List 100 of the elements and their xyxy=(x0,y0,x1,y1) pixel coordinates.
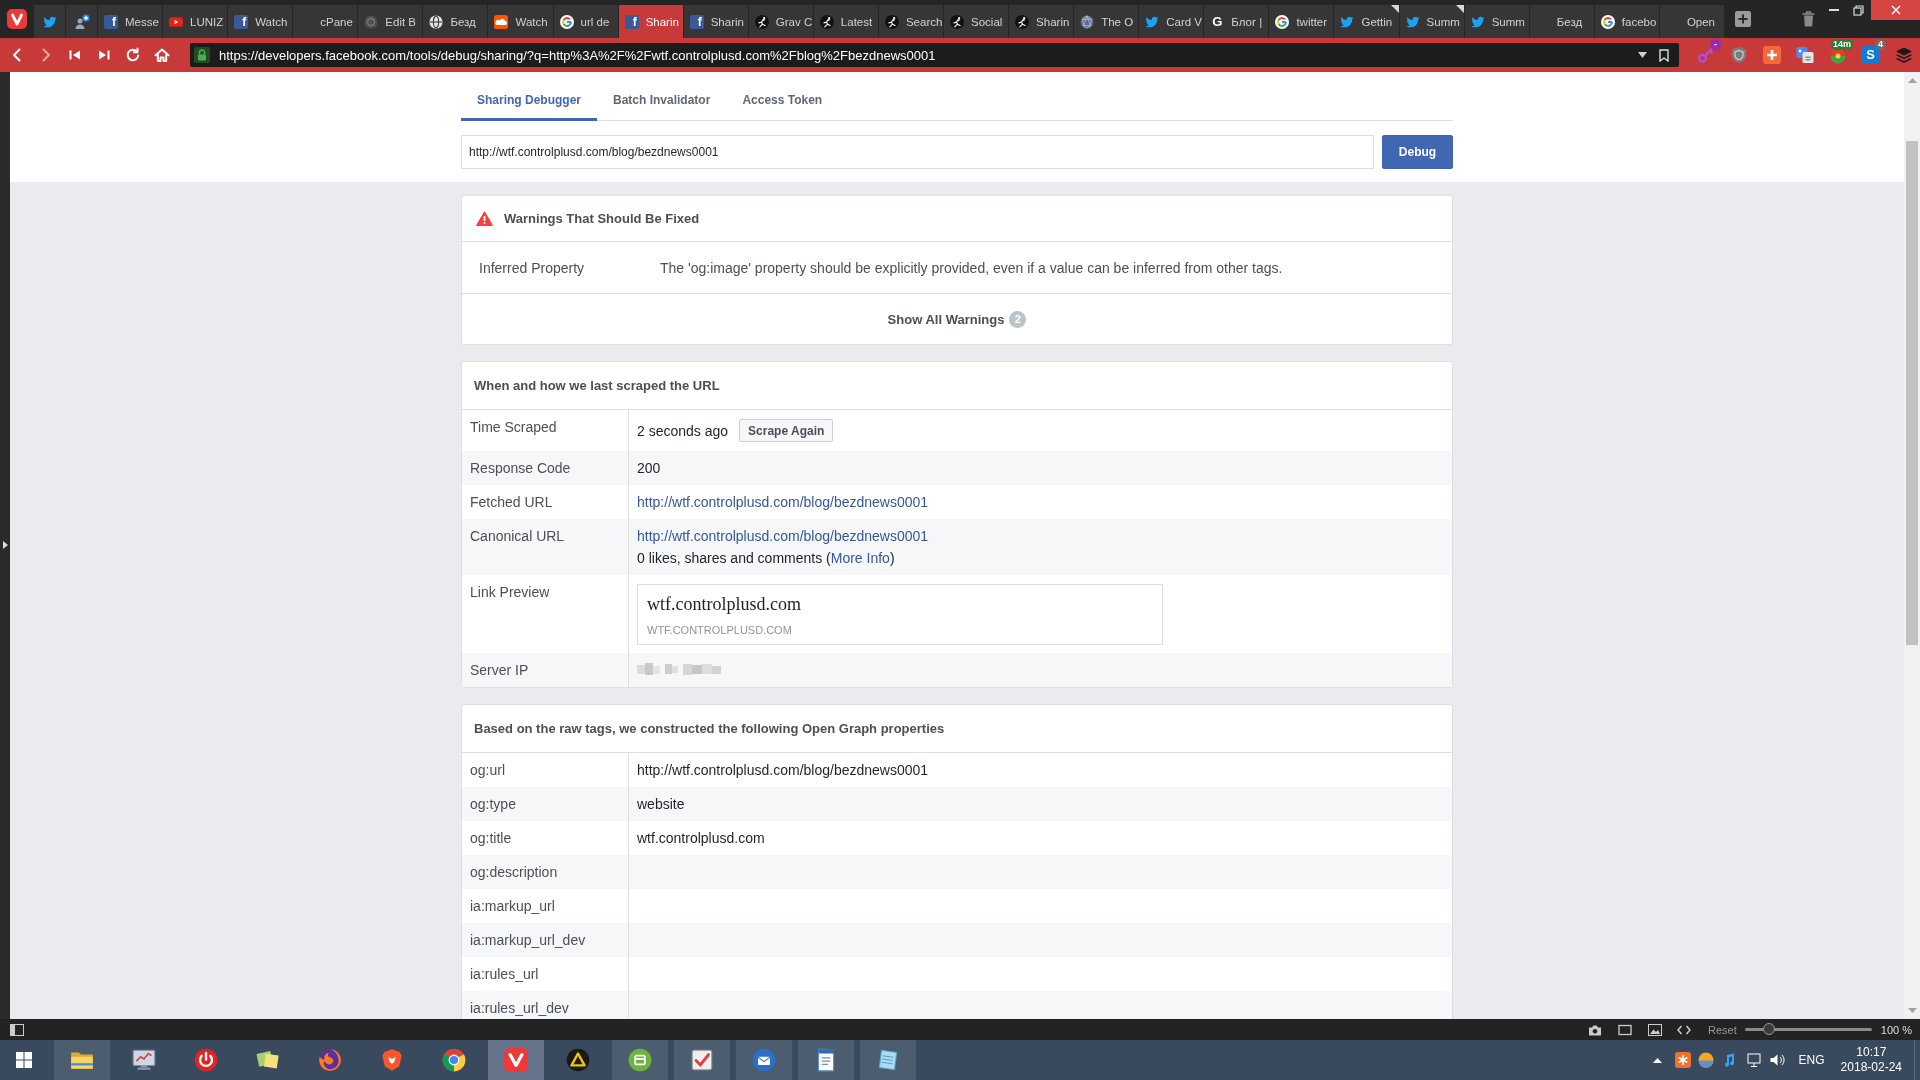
flame-globe-icon[interactable] xyxy=(317,1047,343,1073)
browser-tab[interactable]: f Messe xyxy=(98,5,163,38)
letter-tile-icon: f xyxy=(624,14,639,29)
browser-tab[interactable]: Summ xyxy=(1399,5,1464,38)
browser-tab[interactable]: Open xyxy=(1659,5,1724,38)
start-icon[interactable] xyxy=(16,1052,32,1068)
home-icon[interactable] xyxy=(154,47,170,63)
url-link[interactable]: http://wtf.controlplusd.com/blog/bezdnews0001 xyxy=(637,528,929,544)
play-icon xyxy=(169,14,184,29)
row-label: Canonical URL xyxy=(470,528,565,544)
wheel-icon[interactable] xyxy=(441,1047,467,1073)
zoom-reset-link[interactable]: Reset xyxy=(1708,1023,1737,1036)
browser-tab[interactable]: Gettin xyxy=(1334,5,1399,38)
browser-tab[interactable]: Latest xyxy=(813,5,878,38)
page-tab[interactable]: Access Token xyxy=(726,82,839,121)
ring-icon xyxy=(559,14,574,29)
caret-down-icon[interactable] xyxy=(1638,52,1647,58)
restore-icon[interactable] xyxy=(1853,4,1864,16)
monitor-icon[interactable] xyxy=(131,1047,157,1073)
page-tab[interactable]: Sharing Debugger xyxy=(461,82,597,121)
plus-icon[interactable] xyxy=(1762,46,1781,64)
window-icon[interactable] xyxy=(1618,1023,1633,1036)
ball-icon[interactable] xyxy=(1697,1052,1714,1068)
row-value: 200 xyxy=(637,460,661,476)
ring-icon xyxy=(1275,14,1290,29)
browser-tab[interactable]: Card V xyxy=(1139,5,1204,38)
debug-button[interactable]: Debug xyxy=(1382,135,1453,169)
browser-tab[interactable]: f Sharin xyxy=(618,5,683,38)
warning-message: The 'og:image' property should be explicitly provided, even if a value can be inferred from other tags. xyxy=(660,259,1283,276)
property-value: website xyxy=(637,796,685,812)
page-tab[interactable]: Batch Invalidator xyxy=(597,82,727,121)
envelope-icon[interactable] xyxy=(751,1047,777,1073)
browser-tab[interactable]: Social xyxy=(944,5,1009,38)
browser-tab[interactable]: Search xyxy=(878,5,943,38)
browser-tab[interactable]: The O xyxy=(1074,5,1139,38)
overlapping-squares-icon[interactable] xyxy=(1795,46,1814,64)
asterisk-icon[interactable] xyxy=(1674,1052,1691,1068)
scrape-again-button[interactable]: Scrape Again xyxy=(739,419,834,442)
panel-toggle-icon[interactable] xyxy=(10,1023,24,1036)
card-title: Based on the raw tags, we constructed the following Open Graph properties xyxy=(474,721,945,736)
show-all-warnings-link[interactable]: Show All Warnings xyxy=(887,311,1005,327)
reload-icon[interactable] xyxy=(125,47,141,63)
taskbar-button[interactable] xyxy=(798,1040,854,1080)
checkmark-icon[interactable] xyxy=(689,1047,715,1073)
plus-icon[interactable] xyxy=(1734,11,1751,27)
minimize-icon[interactable] xyxy=(1828,9,1839,11)
language-indicator[interactable]: ENG xyxy=(1798,1053,1825,1067)
url-field[interactable]: http://wtf.controlplusd.com/blog/bezdnews0001 xyxy=(461,135,1374,169)
trash-icon[interactable] xyxy=(1802,11,1815,27)
letter-tile-icon[interactable]: S xyxy=(1861,46,1880,64)
browser-tab[interactable]: f Sharin xyxy=(683,5,748,38)
camera-icon[interactable] xyxy=(1588,1023,1603,1036)
row-value: 2 seconds ago xyxy=(637,421,729,440)
address-field[interactable]: https://developers.facebook.com/tools/debug/sharing/?q=http%3A%2F%2Fwtf.controlplusd.com%2Fblog%2Fbezdnews0001 xyxy=(190,43,1679,67)
power-icon[interactable] xyxy=(193,1047,219,1073)
clock-time[interactable]: 10:17 xyxy=(1856,1045,1887,1060)
scrollbar-thumb[interactable] xyxy=(1906,141,1918,645)
caret-up-icon[interactable] xyxy=(1652,1057,1662,1063)
browser-tab[interactable]: Безд xyxy=(1529,5,1594,38)
shield-icon[interactable] xyxy=(379,1047,405,1073)
pinned-tab[interactable] xyxy=(34,5,65,38)
taskbar-button[interactable] xyxy=(488,1040,544,1080)
browser-tab[interactable]: Grav C xyxy=(748,5,813,38)
browser-tab[interactable]: Безд xyxy=(423,5,488,38)
bookmark-icon[interactable] xyxy=(1659,48,1669,62)
taskbar-button[interactable] xyxy=(674,1040,730,1080)
speaker-icon[interactable] xyxy=(1768,1052,1785,1068)
browser-tab[interactable]: Watch xyxy=(488,5,553,38)
caret-right-icon[interactable] xyxy=(3,541,8,549)
taskbar-button[interactable] xyxy=(736,1040,792,1080)
taskbar-button[interactable] xyxy=(54,1040,110,1080)
taskbar-button[interactable] xyxy=(612,1040,668,1080)
browser-tab[interactable]: f Watch xyxy=(228,5,293,38)
link-preview-card[interactable]: wtf.controlplusd.com WTF.CONTROLPLUSD.COM xyxy=(637,584,1163,645)
browser-tab[interactable]: Summ xyxy=(1464,5,1529,38)
browser-tab[interactable]: Sharin xyxy=(1009,5,1074,38)
layers-icon[interactable] xyxy=(1894,46,1913,64)
taskbar-button[interactable] xyxy=(860,1040,916,1080)
browser-tab[interactable]: url de xyxy=(553,5,618,38)
clock-date[interactable]: 2018-02-24 xyxy=(1840,1060,1902,1075)
scrollbar[interactable] xyxy=(1904,72,1920,1019)
browser-tab[interactable]: twitter xyxy=(1269,5,1334,38)
box-icon[interactable] xyxy=(627,1047,653,1073)
browser-tab[interactable]: cPane xyxy=(293,5,358,38)
code-icon[interactable] xyxy=(1677,1023,1692,1036)
row-label: Link Preview xyxy=(470,584,550,600)
slider-thumb[interactable] xyxy=(1762,1023,1775,1035)
url-link[interactable]: http://wtf.controlplusd.com/blog/bezdnews0001 xyxy=(637,494,929,510)
browser-tab[interactable]: G Блог | xyxy=(1204,5,1269,38)
browser-tab[interactable]: Edit B xyxy=(358,5,423,38)
more-info-link[interactable]: More Info xyxy=(830,550,890,566)
network-icon[interactable] xyxy=(1745,1052,1762,1068)
browser-tab[interactable]: facebo xyxy=(1594,5,1659,38)
pinned-tab[interactable] xyxy=(66,5,97,38)
bird-icon xyxy=(42,14,57,29)
browser-tab[interactable]: LUNIZ xyxy=(163,5,228,38)
bird-icon xyxy=(1145,14,1160,29)
property-value: wtf.controlplusd.com xyxy=(637,830,765,846)
chevron-logo-icon[interactable] xyxy=(7,9,27,29)
image-icon[interactable] xyxy=(1648,1023,1663,1036)
